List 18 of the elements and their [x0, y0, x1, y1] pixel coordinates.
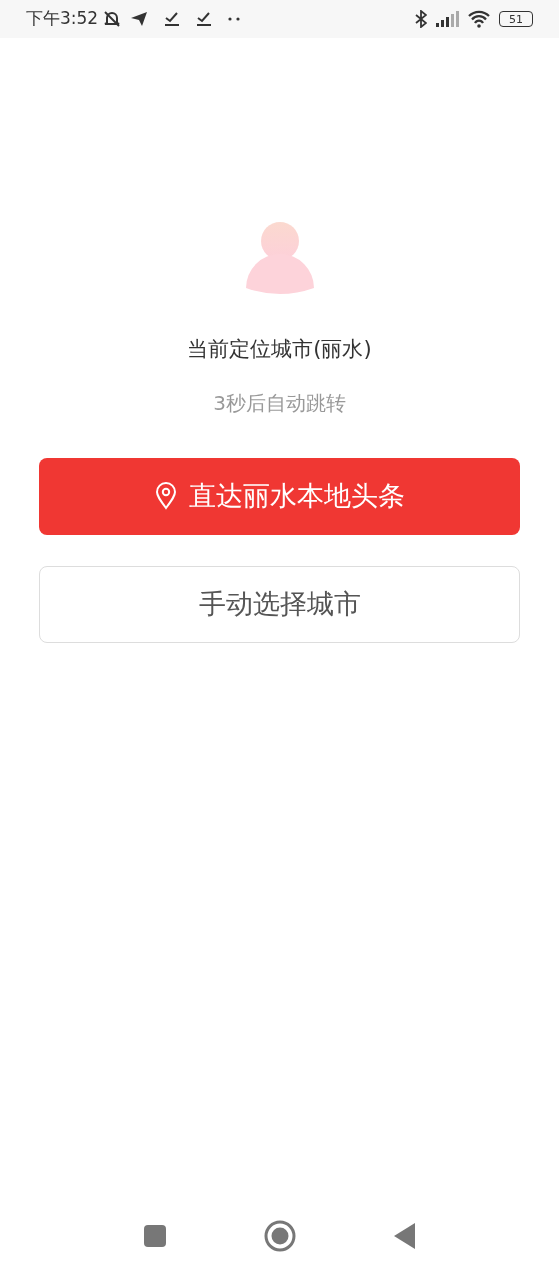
- choose-city-button[interactable]: 手动选择城市: [39, 565, 520, 643]
- send-icon: [130, 11, 149, 27]
- home-button[interactable]: [263, 1220, 296, 1252]
- status-time: 下午3:52: [26, 7, 99, 31]
- wifi-icon: [467, 10, 491, 28]
- signal-icon: [435, 11, 459, 27]
- more-dots-icon: [228, 17, 241, 21]
- check-icon: [164, 11, 181, 27]
- avatar-icon: [245, 222, 314, 294]
- location-title: 当前定位城市(丽水): [187, 336, 372, 363]
- local-news-button[interactable]: 直达丽水本地头条: [39, 457, 520, 535]
- back-button[interactable]: [393, 1223, 416, 1249]
- recent-apps-button[interactable]: [143, 1225, 166, 1247]
- countdown-text: 3秒后自动跳转: [213, 389, 346, 417]
- check-icon: [196, 11, 213, 27]
- location-pin-icon: [154, 482, 177, 510]
- bluetooth-icon: [415, 10, 427, 28]
- battery-indicator: 51: [499, 11, 533, 27]
